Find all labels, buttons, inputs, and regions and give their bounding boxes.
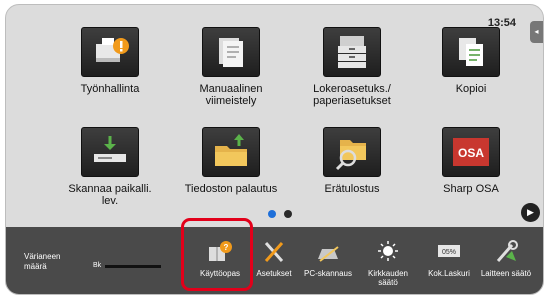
- total-count-icon: 05%: [435, 239, 463, 265]
- counter-text: 05%: [442, 249, 456, 256]
- app-tray-settings[interactable]: Lokeroasetuks./ paperiasetukset: [302, 27, 402, 107]
- job-status-icon: [81, 27, 139, 77]
- app-label: Erätulostus: [324, 183, 380, 195]
- app-sharp-osa[interactable]: OSA Sharp OSA: [421, 127, 521, 195]
- sharp-osa-icon: OSA: [442, 127, 500, 177]
- shortcut-label: Asetukset: [256, 269, 292, 278]
- app-file-retrieve[interactable]: Tiedoston palautus: [181, 127, 281, 195]
- shortcut-label: Kok.Laskuri: [428, 269, 470, 278]
- app-label: Kopioi: [455, 83, 487, 95]
- osa-logo-text: OSA: [458, 146, 484, 160]
- shortcut-label: Laitteen säätö: [480, 269, 532, 278]
- shortcut-label: Kirkkauden säätö: [367, 269, 409, 287]
- app-label: Työnhallinta: [80, 83, 140, 95]
- batch-print-icon: [323, 127, 381, 177]
- shortcut-settings[interactable]: Asetukset: [244, 239, 304, 278]
- app-label: Manuaalinen viimeistely: [199, 83, 263, 107]
- settings-tools-icon: [260, 239, 288, 265]
- app-label: Lokeroasetuks./ paperiasetukset: [313, 83, 391, 107]
- toner-bk-label: Bk: [93, 262, 102, 269]
- tray-settings-icon: [323, 27, 381, 77]
- scan-to-local-drive-icon: [81, 127, 139, 177]
- file-retrieve-icon: [202, 127, 260, 177]
- app-batch-print[interactable]: Erätulostus: [302, 127, 402, 195]
- shortcut-device-adjust[interactable]: Laitteen säätö: [476, 239, 536, 278]
- app-label: Skannaa paikalli. lev.: [68, 183, 152, 207]
- shortcut-total-count[interactable]: 05% Kok.Laskuri: [419, 239, 479, 278]
- toner-indicator: Värianeen määrä Bk: [24, 252, 174, 292]
- app-label: Sharp OSA: [443, 183, 499, 195]
- pc-scan-icon: [314, 239, 342, 265]
- app-copy[interactable]: Kopioi: [421, 27, 521, 95]
- toner-label: Värianeen määrä: [24, 252, 61, 271]
- page-indicator: [268, 205, 300, 223]
- highlight-frame: [181, 218, 253, 291]
- app-job-status[interactable]: Työnhallinta: [60, 27, 160, 95]
- brightness-icon: [374, 239, 402, 265]
- copy-icon: [442, 27, 500, 77]
- next-page-button[interactable]: ▶: [521, 203, 540, 222]
- page-dot[interactable]: [284, 210, 292, 218]
- manual-finishing-icon: [202, 27, 260, 77]
- page-dot-active[interactable]: [268, 210, 276, 218]
- app-scan-to-local-drive[interactable]: Skannaa paikalli. lev.: [60, 127, 160, 207]
- side-panel-tab[interactable]: ◂: [530, 21, 543, 43]
- device-adjust-icon: [492, 239, 520, 265]
- shortcut-pc-scan[interactable]: PC-skannaus: [298, 239, 358, 278]
- shortcut-label: PC-skannaus: [303, 269, 353, 278]
- home-app-grid: Työnhallinta Manuaalinen viimeistely Lok…: [6, 5, 526, 225]
- app-label: Tiedoston palautus: [184, 183, 278, 195]
- toner-bk-bar: [105, 265, 161, 268]
- touch-panel-screen: 13:54 ◂ Työnhallinta Manuaalinen viimeis…: [5, 4, 544, 295]
- shortcut-brightness[interactable]: Kirkkauden säätö: [358, 239, 418, 287]
- app-manual-finishing[interactable]: Manuaalinen viimeistely: [181, 27, 281, 107]
